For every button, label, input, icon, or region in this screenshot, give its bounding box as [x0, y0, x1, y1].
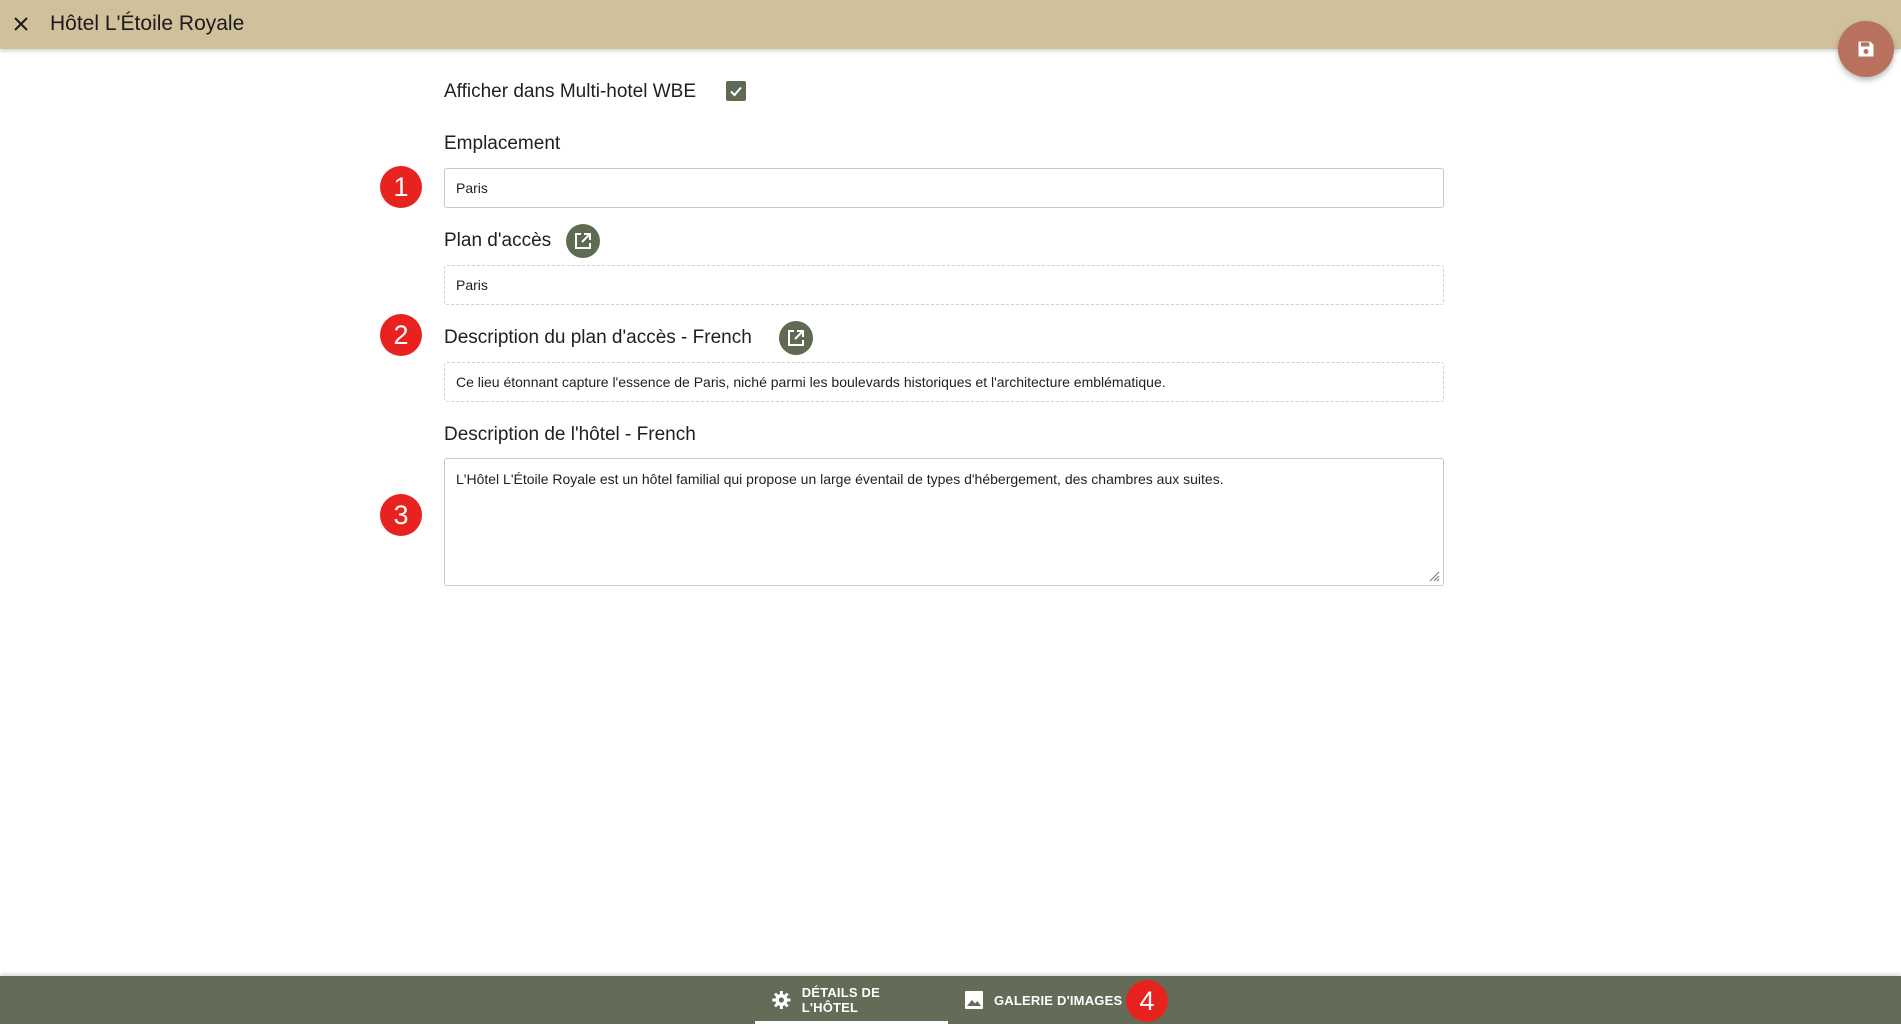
- save-button[interactable]: [1838, 21, 1894, 77]
- access-plan-value: Paris: [456, 277, 488, 293]
- page-title: Hôtel L'Étoile Royale: [50, 12, 245, 35]
- access-plan-open-button[interactable]: [566, 224, 600, 258]
- hotel-description-label: Description de l'hôtel - French: [444, 424, 696, 445]
- multi-hotel-checkbox[interactable]: [726, 81, 746, 101]
- access-plan-field[interactable]: Paris: [444, 265, 1444, 305]
- app-header: Hôtel L'Étoile Royale: [0, 0, 1901, 49]
- access-plan-description-open-button[interactable]: [779, 321, 813, 355]
- hotel-description-value: L'Hôtel L'Étoile Royale est un hôtel fam…: [456, 471, 1224, 487]
- gear-icon: [772, 990, 791, 1010]
- open-external-icon: [788, 330, 804, 346]
- tab-image-gallery[interactable]: GALERIE D'IMAGES: [948, 976, 1138, 1024]
- bottom-spacer: [0, 1024, 1901, 1033]
- location-label: Emplacement: [444, 133, 561, 154]
- step-badge-1: 1: [380, 166, 422, 208]
- bottom-nav: DÉTAILS DE L'HÔTEL GALERIE D'IMAGES 4: [0, 976, 1901, 1024]
- tab-image-gallery-label: GALERIE D'IMAGES: [994, 992, 1123, 1008]
- access-plan-label: Plan d'accès: [444, 230, 552, 251]
- page: Hôtel L'Étoile Royale Afficher dans Mult…: [0, 0, 1901, 1033]
- save-icon: [1858, 41, 1874, 57]
- step-badge-3: 3: [380, 494, 422, 536]
- open-external-icon: [575, 233, 591, 249]
- step-badge-2: 2: [380, 314, 422, 356]
- resize-handle-icon[interactable]: [1426, 568, 1440, 582]
- tab-hotel-details[interactable]: DÉTAILS DE L'HÔTEL: [755, 976, 948, 1024]
- image-icon: [965, 991, 983, 1009]
- hotel-description-textarea[interactable]: L'Hôtel L'Étoile Royale est un hôtel fam…: [444, 458, 1444, 586]
- location-field[interactable]: [444, 168, 1444, 208]
- close-button[interactable]: [5, 8, 37, 40]
- checkmark-icon: [730, 86, 742, 97]
- multi-hotel-label: Afficher dans Multi-hotel WBE: [444, 81, 697, 102]
- close-icon: [14, 17, 28, 31]
- access-plan-description-label: Description du plan d'accès - French: [444, 327, 752, 348]
- location-input[interactable]: [456, 180, 1432, 196]
- tab-hotel-details-label: DÉTAILS DE L'HÔTEL: [801, 985, 881, 1015]
- access-plan-description-field[interactable]: Ce lieu étonnant capture l'essence de Pa…: [444, 362, 1444, 402]
- access-plan-description-value: Ce lieu étonnant capture l'essence de Pa…: [456, 374, 1166, 390]
- step-badge-4: 4: [1126, 980, 1168, 1022]
